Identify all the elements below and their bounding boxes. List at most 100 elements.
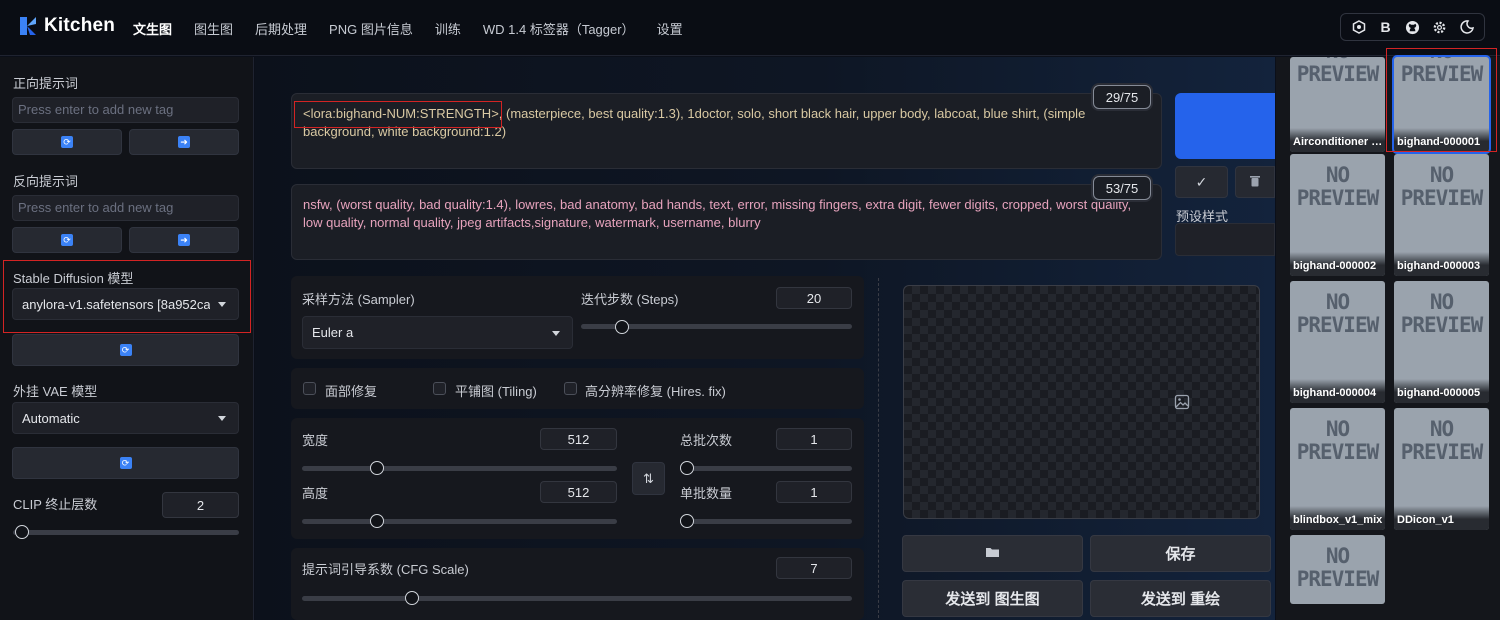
negative-token-counter: 53/75 <box>1093 176 1151 200</box>
left-sidebar: 正向提示词 Press enter to add new tag ⟳ ➜ 反向提… <box>0 57 254 620</box>
positive-tag-input[interactable]: Press enter to add new tag <box>12 97 239 123</box>
app-title: Kitchen <box>44 15 116 36</box>
tab-png-info[interactable]: PNG 图片信息 <box>329 19 413 38</box>
width-input[interactable]: 512 <box>540 428 617 450</box>
refresh-icon: ⟳ <box>119 344 132 356</box>
negative-prompt-text: nsfw, (worst quality, bad quality:1.4), … <box>303 197 1132 230</box>
batch-count-slider[interactable] <box>680 466 852 471</box>
sampler-value: Euler a <box>312 325 354 340</box>
top-icon-group: B <box>1340 13 1485 41</box>
face-restore-checkbox[interactable] <box>303 382 316 395</box>
positive-send-button[interactable]: ➜ <box>129 129 239 155</box>
tab-img2img[interactable]: 图生图 <box>194 19 233 38</box>
generate-button[interactable] <box>1175 93 1275 159</box>
steps-slider-thumb[interactable] <box>614 320 629 334</box>
tab-train[interactable]: 训练 <box>435 19 461 38</box>
negative-refresh-button[interactable]: ⟳ <box>12 227 122 253</box>
lora-card[interactable]: NO PREVIEW bighand-000004 <box>1290 281 1385 403</box>
tab-txt2img[interactable]: 文生图 <box>133 19 172 38</box>
model-refresh-button[interactable]: ⟳ <box>12 334 239 366</box>
no-preview-placeholder: NOPREVIEW <box>1296 57 1380 86</box>
height-slider[interactable] <box>302 519 617 524</box>
image-placeholder-icon <box>1174 394 1190 413</box>
output-image[interactable] <box>903 285 1260 519</box>
lora-card[interactable]: NO PREVIEW blindbox_v1_mix <box>1290 408 1385 530</box>
no-preview-placeholder: NOPREVIEW <box>1296 417 1380 464</box>
clear-prompt-button[interactable] <box>1235 166 1275 198</box>
gear-icon[interactable] <box>1429 16 1451 38</box>
vae-select[interactable]: Automatic <box>12 402 239 434</box>
clip-skip-input[interactable]: 2 <box>162 492 239 518</box>
hexagon-settings-icon[interactable] <box>1348 16 1370 38</box>
no-preview-placeholder: NOPREVIEW <box>1400 290 1484 337</box>
sampler-select[interactable]: Euler a <box>302 316 573 349</box>
tab-settings[interactable]: 设置 <box>657 19 683 38</box>
b-icon[interactable]: B <box>1375 16 1397 38</box>
check-icon: ✓ <box>1195 173 1208 190</box>
width-slider[interactable] <box>302 466 617 471</box>
hires-fix-checkbox[interactable] <box>564 382 577 395</box>
app-logo[interactable]: Kitchen <box>18 15 115 37</box>
sd-model-label: Stable Diffusion 模型 <box>13 271 134 286</box>
moon-icon[interactable] <box>1456 16 1478 38</box>
styles-select[interactable] <box>1175 223 1275 256</box>
face-restore-label: 面部修复 <box>325 384 378 399</box>
arrow-right-icon: ➜ <box>178 136 190 148</box>
apply-style-button[interactable]: ✓ <box>1175 166 1228 198</box>
cfg-slider-thumb[interactable] <box>405 591 419 605</box>
positive-token-counter: 29/75 <box>1093 85 1151 109</box>
swap-dimensions-button[interactable]: ⇅ <box>632 462 665 495</box>
width-slider-thumb[interactable] <box>370 461 384 475</box>
vae-refresh-button[interactable]: ⟳ <box>12 447 239 479</box>
tab-tagger[interactable]: WD 1.4 标签器（Tagger） <box>483 19 635 38</box>
negative-send-button[interactable]: ➜ <box>129 227 239 253</box>
send-to-img2img-button[interactable]: 发送到 图生图 <box>902 580 1083 617</box>
height-label: 高度 <box>302 486 329 501</box>
lora-highlight-box <box>294 101 502 128</box>
width-label: 宽度 <box>302 433 329 448</box>
column-divider <box>878 278 879 618</box>
no-preview-placeholder: NOPREVIEW <box>1296 290 1380 337</box>
chevron-down-icon <box>552 330 560 336</box>
clip-skip-slider[interactable] <box>13 530 239 535</box>
tiling-label: 平铺图 (Tiling) <box>455 384 537 399</box>
lora-card-name: blindbox_v1_mix <box>1290 506 1385 530</box>
sd-model-select[interactable]: anylora-v1.safetensors [8a952ca <box>12 288 239 320</box>
negative-prompt-textarea[interactable]: nsfw, (worst quality, bad quality:1.4), … <box>291 184 1162 260</box>
open-folder-button[interactable] <box>902 535 1083 572</box>
steps-input[interactable]: 20 <box>776 287 852 309</box>
cfg-input[interactable]: 7 <box>776 557 852 579</box>
positive-prompt-label: 正向提示词 <box>13 76 79 91</box>
save-button[interactable]: 保存 <box>1090 535 1271 572</box>
refresh-icon: ⟳ <box>119 457 132 469</box>
tiling-checkbox[interactable] <box>433 382 446 395</box>
no-preview-placeholder: NOPREVIEW <box>1400 163 1484 210</box>
lora-card[interactable]: NO PREVIEW bighand-000002 <box>1290 154 1385 276</box>
batch-size-slider-thumb[interactable] <box>680 514 694 528</box>
positive-refresh-button[interactable]: ⟳ <box>12 129 122 155</box>
tab-extras[interactable]: 后期处理 <box>255 19 307 38</box>
steps-label: 迭代步数 (Steps) <box>581 292 679 307</box>
lora-card-name: DDicon_v1 <box>1394 506 1489 530</box>
github-icon[interactable] <box>1402 16 1424 38</box>
lora-card[interactable]: NO PREVIEW bighand-000005 <box>1394 281 1489 403</box>
lora-card-name: bighand-000003 <box>1394 252 1489 276</box>
lora-card[interactable]: NO PREVIEW DDicon_v1 <box>1394 408 1489 530</box>
vae-value: Automatic <box>22 410 80 426</box>
lora-card[interactable]: NO PREVIEW bighand-000003 <box>1394 154 1489 276</box>
negative-tag-input[interactable]: Press enter to add new tag <box>12 195 239 221</box>
send-to-inpaint-button[interactable]: 发送到 重绘 <box>1090 580 1271 617</box>
batch-count-slider-thumb[interactable] <box>680 461 694 475</box>
cfg-slider[interactable] <box>302 596 852 601</box>
height-input[interactable]: 512 <box>540 481 617 503</box>
batch-count-label: 总批次数 <box>680 433 733 448</box>
clip-skip-slider-thumb[interactable] <box>15 525 30 539</box>
lora-card[interactable]: NOPREVIEW Airconditioner S... <box>1290 57 1385 152</box>
batch-count-input[interactable]: 1 <box>776 428 852 450</box>
batch-size-input[interactable]: 1 <box>776 481 852 503</box>
batch-size-slider[interactable] <box>680 519 852 524</box>
lora-card[interactable]: NO PREVIEW <box>1290 535 1385 604</box>
no-preview-placeholder: NOPREVIEW <box>1296 163 1380 210</box>
height-slider-thumb[interactable] <box>370 514 384 528</box>
swap-vertical-icon: ⇅ <box>643 470 654 486</box>
